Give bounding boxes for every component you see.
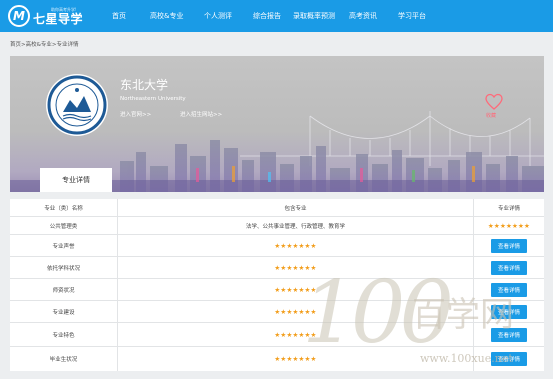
- logo-text: 助你高考升学! 七星导学: [33, 6, 84, 26]
- nav-item-news[interactable]: 高考资讯: [349, 0, 377, 32]
- favorite-heart-icon[interactable]: [484, 92, 504, 112]
- row-name: 专业特色: [10, 323, 118, 346]
- row-star-rating: ★★★★★★★: [118, 347, 474, 371]
- emblem-icon: [47, 75, 107, 135]
- nav-item-report[interactable]: 综合报告: [253, 0, 281, 32]
- row-star-rating: ★★★★★★★: [487, 221, 531, 230]
- table-row: 师资状况 ★★★★★★★ 查看详情: [10, 279, 544, 301]
- nav-item-learning[interactable]: 学习平台: [398, 0, 426, 32]
- view-detail-button[interactable]: 查看详情: [491, 352, 527, 366]
- row-included-majors: 法学、公共事业管理、行政管理、教育学: [118, 217, 474, 234]
- view-detail-button[interactable]: 查看详情: [491, 304, 527, 319]
- table-row: 专业声誉 ★★★★★★★ 查看详情: [10, 235, 544, 257]
- row-name: 专业建设: [10, 301, 118, 322]
- favorite-label[interactable]: 收藏: [486, 112, 496, 119]
- major-detail-table: 专业（类）名称 包含专业 专业详情 公共管理类 法学、公共事业管理、行政管理、教…: [10, 199, 544, 371]
- tab-major-detail[interactable]: 专业详情: [40, 168, 112, 192]
- university-name-cn: 东北大学: [120, 78, 169, 92]
- row-star-rating: ★★★★★★★: [118, 257, 474, 278]
- university-emblem: [46, 74, 108, 136]
- nav-item-admission-prediction[interactable]: 录取概率预测: [293, 0, 335, 32]
- row-name: 专业声誉: [10, 235, 118, 256]
- table-row: 毕业生状况 ★★★★★★★ 查看详情: [10, 347, 544, 371]
- row-star-rating: ★★★★★★★: [118, 301, 474, 322]
- table-header-row: 专业（类）名称 包含专业 专业详情: [10, 199, 544, 217]
- row-star-rating: ★★★★★★★: [118, 323, 474, 346]
- table-row: 专业建设 ★★★★★★★ 查看详情: [10, 301, 544, 323]
- breadcrumb[interactable]: 首页>高校&专业>专业详情: [10, 40, 79, 48]
- logo-name: 七星导学: [33, 11, 84, 26]
- table-row: 依托学科状况 ★★★★★★★ 查看详情: [10, 257, 544, 279]
- table-row: 专业特色 ★★★★★★★ 查看详情: [10, 323, 544, 347]
- row-star-rating: ★★★★★★★: [118, 279, 474, 300]
- view-detail-button[interactable]: 查看详情: [491, 260, 527, 275]
- table-header-content: 包含专业: [118, 199, 474, 216]
- logo-tagline: 助你高考升学!: [51, 6, 77, 12]
- logo-mark-icon: M: [8, 5, 30, 27]
- row-name: 依托学科状况: [10, 257, 118, 278]
- nav-item-schools-majors[interactable]: 高校&专业: [150, 0, 183, 32]
- table-row: 公共管理类 法学、公共事业管理、行政管理、教育学 ★★★★★★★: [10, 217, 544, 235]
- top-nav-bar: M 助你高考升学! 七星导学 首页 高校&专业 个人测评 综合报告 录取概率预测…: [0, 0, 553, 32]
- row-name: 毕业生状况: [10, 347, 118, 371]
- row-name: 公共管理类: [10, 217, 118, 234]
- view-detail-button[interactable]: 查看详情: [491, 238, 527, 253]
- nav-item-assessment[interactable]: 个人测评: [204, 0, 232, 32]
- admission-site-link[interactable]: 进入招生网站>>: [180, 110, 222, 118]
- table-header-detail: 专业详情: [497, 205, 520, 212]
- row-name: 师资状况: [10, 279, 118, 300]
- view-detail-button[interactable]: 查看详情: [491, 327, 527, 342]
- table-header-name: 专业（类）名称: [10, 199, 118, 216]
- official-site-link[interactable]: 进入官网>>: [120, 110, 151, 118]
- university-name-en: Northeastern University: [120, 96, 186, 102]
- row-star-rating: ★★★★★★★: [118, 235, 474, 256]
- site-logo[interactable]: M 助你高考升学! 七星导学: [8, 3, 83, 29]
- nav-item-home[interactable]: 首页: [112, 0, 126, 32]
- view-detail-button[interactable]: 查看详情: [491, 282, 527, 297]
